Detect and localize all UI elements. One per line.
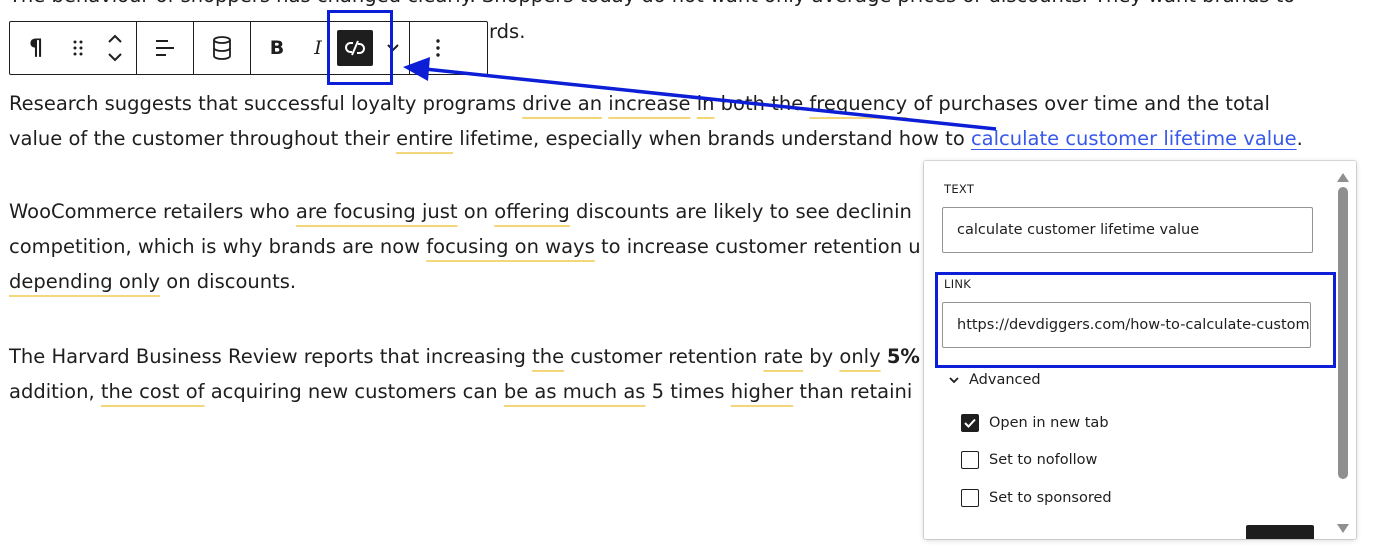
text-run: the cost of (100, 380, 205, 403)
align-left-icon (156, 40, 174, 56)
clipped-paragraph-line: The behaviour of shoppers has changed cl… (9, 0, 1295, 13)
sponsored-option[interactable]: Set to sponsored (961, 489, 1112, 507)
text-run: both the (714, 92, 810, 115)
link-field-label: LINK (944, 277, 972, 291)
paragraph-2-line-1: WooCommerce retailers who are focusing j… (9, 194, 921, 229)
paragraph-1[interactable]: Research suggests that successful loyalt… (9, 86, 1303, 156)
drag-handle-icon (73, 40, 83, 56)
unlink-icon (345, 40, 365, 56)
text-run: the (532, 345, 565, 368)
paragraph-2-line-2: competition, which is why brands are now… (9, 229, 921, 264)
text-run: discounts are likely to see declinin (569, 200, 912, 223)
advanced-toggle[interactable]: Advanced (949, 372, 1041, 388)
nofollow-option[interactable]: Set to nofollow (961, 451, 1097, 469)
selected-link[interactable]: calculate customer lifetime value (971, 127, 1297, 150)
scroll-thumb[interactable] (1338, 187, 1348, 479)
block-options-button[interactable] (410, 22, 466, 74)
open-new-tab-option[interactable]: Open in new tab (961, 414, 1109, 432)
paragraph-3-line-1: The Harvard Business Review reports that… (9, 339, 934, 374)
nofollow-label: Set to nofollow (989, 452, 1098, 468)
checkmark-icon (964, 418, 976, 428)
text-run: on discounts. (160, 270, 297, 293)
text-run: on (457, 200, 495, 223)
format-group: B I (251, 22, 410, 74)
scroll-down-arrow-icon[interactable] (1337, 524, 1349, 533)
text-run: . (1296, 127, 1303, 150)
open-new-tab-checkbox[interactable] (961, 414, 979, 432)
italic-button[interactable]: I (303, 22, 333, 74)
more-vertical-icon (436, 39, 440, 57)
text-run: than retaini (793, 380, 913, 403)
database-icon (213, 36, 231, 60)
text-run: by (803, 345, 840, 368)
move-up-down-icon (108, 34, 122, 62)
align-button[interactable] (137, 22, 193, 74)
text-run: only (839, 345, 881, 368)
text-run: Research suggests that successful loyalt… (9, 92, 523, 115)
nofollow-checkbox[interactable] (961, 451, 979, 469)
paragraph-tail-text: rds. (489, 20, 526, 43)
paragraph-1-line-2: value of the customer throughout their e… (9, 121, 1303, 156)
text-run: customer retention (564, 345, 764, 368)
text-run: rate (763, 345, 804, 368)
text-run: addition, (9, 380, 101, 403)
sponsored-checkbox[interactable] (961, 489, 979, 507)
text-run: value of the customer throughout their (9, 127, 397, 150)
text-run: frequency (809, 92, 908, 115)
text-run: in (696, 92, 715, 115)
paragraph-1-line-1: Research suggests that successful loyalt… (9, 86, 1303, 121)
text-run: drive an (522, 92, 603, 115)
text-run: The Harvard Business Review reports that… (9, 345, 533, 368)
text-run: increase (608, 92, 691, 115)
text-run: offering (494, 200, 570, 223)
unlink-button-active (337, 30, 373, 66)
chevron-down-icon (949, 376, 959, 383)
database-button[interactable] (194, 22, 250, 74)
paragraph-3-line-2: addition, the cost of acquiring new cust… (9, 374, 934, 409)
bold-label: B (269, 37, 285, 59)
text-run: depending only (9, 270, 161, 293)
text-run: higher (730, 380, 794, 403)
link-url-input[interactable]: https://devdiggers.com/how-to-calculate-… (942, 302, 1311, 348)
database-group (194, 22, 251, 74)
text-run: entire (396, 127, 454, 150)
text-run: focusing on ways (426, 235, 595, 258)
block-switcher-group: ¶ (10, 22, 137, 74)
text-run: WooCommerce retailers who (9, 200, 296, 223)
text-run: be as much as (503, 380, 646, 403)
open-new-tab-label: Open in new tab (989, 415, 1109, 431)
unlink-button[interactable] (333, 22, 377, 74)
text-field-label: TEXT (944, 182, 975, 196)
text-run: acquiring new customers can (204, 380, 504, 403)
italic-label: I (314, 37, 322, 59)
more-rich-text-button[interactable] (377, 22, 409, 74)
link-settings-popover: TEXT calculate customer lifetime value L… (924, 161, 1356, 539)
save-button[interactable] (1246, 525, 1314, 539)
text-run: 5 times (645, 380, 731, 403)
text-run: to increase customer retention u (594, 235, 921, 258)
block-toolbar: ¶ B I (9, 21, 488, 75)
options-group (410, 22, 466, 74)
text-run: lifetime, especially when brands underst… (453, 127, 971, 150)
paragraph-3[interactable]: The Harvard Business Review reports that… (9, 339, 934, 409)
pilcrow-icon: ¶ (29, 35, 43, 61)
text-run: competition, which is why brands are now (9, 235, 427, 258)
paragraph-2-line-3: depending only on discounts. (9, 264, 921, 299)
drag-handle-button[interactable] (62, 22, 94, 74)
scroll-up-arrow-icon[interactable] (1337, 173, 1349, 182)
sponsored-label: Set to sponsored (989, 490, 1112, 506)
paragraph-block-button[interactable]: ¶ (10, 22, 62, 74)
text-run: of purchases over time and the total (907, 92, 1270, 115)
popover-scrollbar[interactable] (1335, 173, 1351, 533)
link-text-input[interactable]: calculate customer lifetime value (942, 207, 1313, 253)
paragraph-2[interactable]: WooCommerce retailers who are focusing j… (9, 194, 921, 299)
text-run: are focusing just (295, 200, 458, 223)
alignment-group (137, 22, 194, 74)
chevron-down-icon (387, 44, 399, 52)
bold-button[interactable]: B (251, 22, 303, 74)
move-block-button[interactable] (94, 22, 136, 74)
advanced-label: Advanced (969, 372, 1041, 388)
